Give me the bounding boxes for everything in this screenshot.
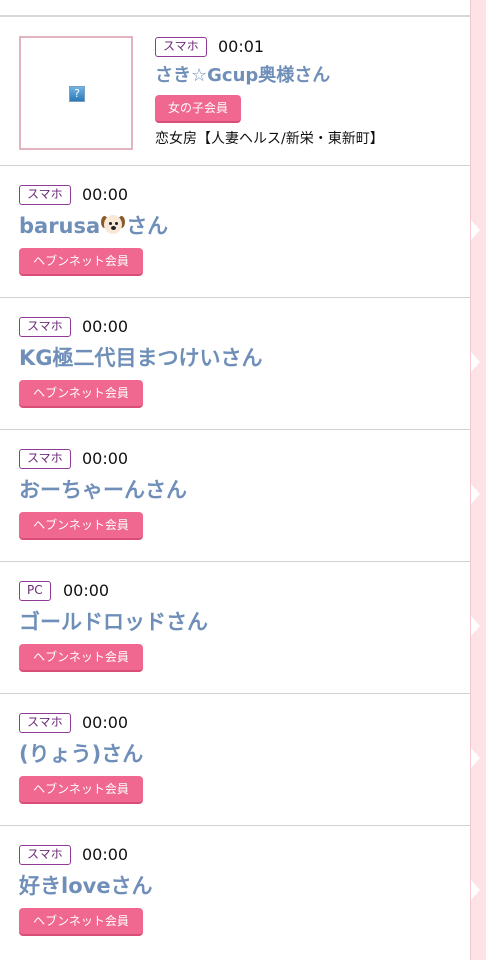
visit-time: 00:00 xyxy=(63,581,110,600)
member-type-badge: ヘブンネット会員 xyxy=(19,776,143,804)
visit-time: 00:00 xyxy=(82,713,129,732)
member-type-badge: ヘブンネット会員 xyxy=(19,512,143,540)
visitor-name-link[interactable]: (りょう)さん xyxy=(19,740,143,768)
strip-notch xyxy=(471,484,480,504)
device-badge: スマホ xyxy=(19,449,71,469)
visit-time: 00:00 xyxy=(82,845,129,864)
dog-face-icon xyxy=(101,214,126,236)
list-item: スマホ 00:00 KG極二代目まつけいさん ヘブンネット会員 xyxy=(0,298,470,430)
list-item: PC 00:00 ゴールドロッドさん ヘブンネット会員 xyxy=(0,562,470,694)
visitor-name-link[interactable]: ゴールドロッドさん xyxy=(19,608,208,636)
visitor-name-link[interactable]: KG極二代目まつけいさん xyxy=(19,344,263,372)
visitor-name-link[interactable]: 好きloveさん xyxy=(19,872,153,900)
device-badge: スマホ xyxy=(19,185,71,205)
member-type-badge: ヘブンネット会員 xyxy=(19,380,143,408)
visitor-name-suffix: さん xyxy=(126,214,169,238)
list-item: スマホ 00:00 (りょう)さん ヘブンネット会員 xyxy=(0,694,470,826)
visitor-name-link[interactable]: さき☆Gcup奥様さん xyxy=(155,64,330,88)
member-type-badge: ヘブンネット会員 xyxy=(19,908,143,936)
list-item: スマホ 00:00 おーちゃーんさん ヘブンネット会員 xyxy=(0,430,470,562)
visitor-name-link[interactable]: おーちゃーんさん xyxy=(19,476,187,504)
visitor-name-prefix: barusa xyxy=(19,214,101,238)
shop-name-link[interactable]: 恋女房【人妻ヘルス/新栄・東新町】 xyxy=(155,129,384,149)
strip-notch xyxy=(471,616,480,636)
list-item: ? スマホ 00:01 さき☆Gcup奥様さん 女の子会員 恋女房【人妻ヘルス/… xyxy=(0,17,470,166)
visitor-list: ? スマホ 00:01 さき☆Gcup奥様さん 女の子会員 恋女房【人妻ヘルス/… xyxy=(0,0,470,960)
device-badge: スマホ xyxy=(19,317,71,337)
member-type-badge: ヘブンネット会員 xyxy=(19,644,143,672)
strip-notch xyxy=(471,880,480,900)
member-type-badge: ヘブンネット会員 xyxy=(19,248,143,276)
device-badge: スマホ xyxy=(19,713,71,733)
device-badge: スマホ xyxy=(155,37,207,57)
visit-time: 00:00 xyxy=(82,185,129,204)
list-item: スマホ 00:00 barusa さん ヘブンネット会員 xyxy=(0,166,470,298)
strip-notch xyxy=(471,220,480,240)
profile-thumbnail[interactable]: ? xyxy=(19,36,133,150)
visit-time: 00:01 xyxy=(218,37,265,56)
strip-notch xyxy=(471,748,480,768)
visit-time: 00:00 xyxy=(82,449,129,468)
broken-image-icon: ? xyxy=(69,86,85,102)
visit-time: 00:00 xyxy=(82,317,129,336)
list-item: スマホ 00:00 好きloveさん ヘブンネット会員 xyxy=(0,826,470,960)
member-type-badge: 女の子会員 xyxy=(155,95,241,123)
side-decoration-strip xyxy=(470,0,486,960)
device-badge: スマホ xyxy=(19,845,71,865)
strip-notch xyxy=(471,352,480,372)
visitor-name-link[interactable]: barusa さん xyxy=(19,212,168,240)
visitor-history-page: ? スマホ 00:01 さき☆Gcup奥様さん 女の子会員 恋女房【人妻ヘルス/… xyxy=(0,0,486,960)
device-badge: PC xyxy=(19,581,51,601)
